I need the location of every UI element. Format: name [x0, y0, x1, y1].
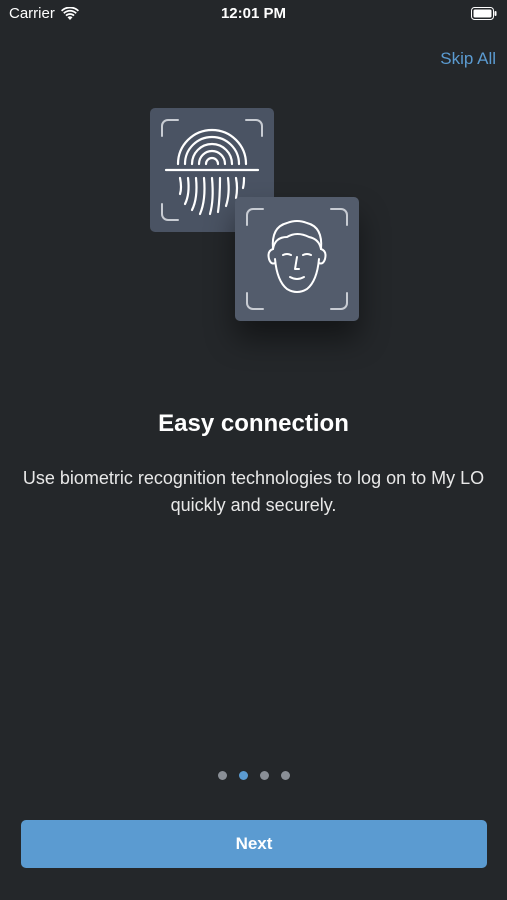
page-dot-2[interactable]	[238, 771, 248, 780]
page-indicator[interactable]	[0, 771, 507, 780]
face-card	[235, 197, 359, 321]
next-button[interactable]: Next	[21, 820, 487, 868]
page-dot-4[interactable]	[280, 771, 290, 780]
page-dot-1[interactable]	[217, 771, 227, 780]
onboarding-description: Use biometric recognition technologies t…	[22, 468, 485, 515]
onboarding-title: Easy connection	[158, 410, 349, 437]
face-id-icon	[246, 208, 348, 310]
biometric-illustration	[0, 0, 507, 360]
page-dot-3[interactable]	[259, 771, 269, 780]
